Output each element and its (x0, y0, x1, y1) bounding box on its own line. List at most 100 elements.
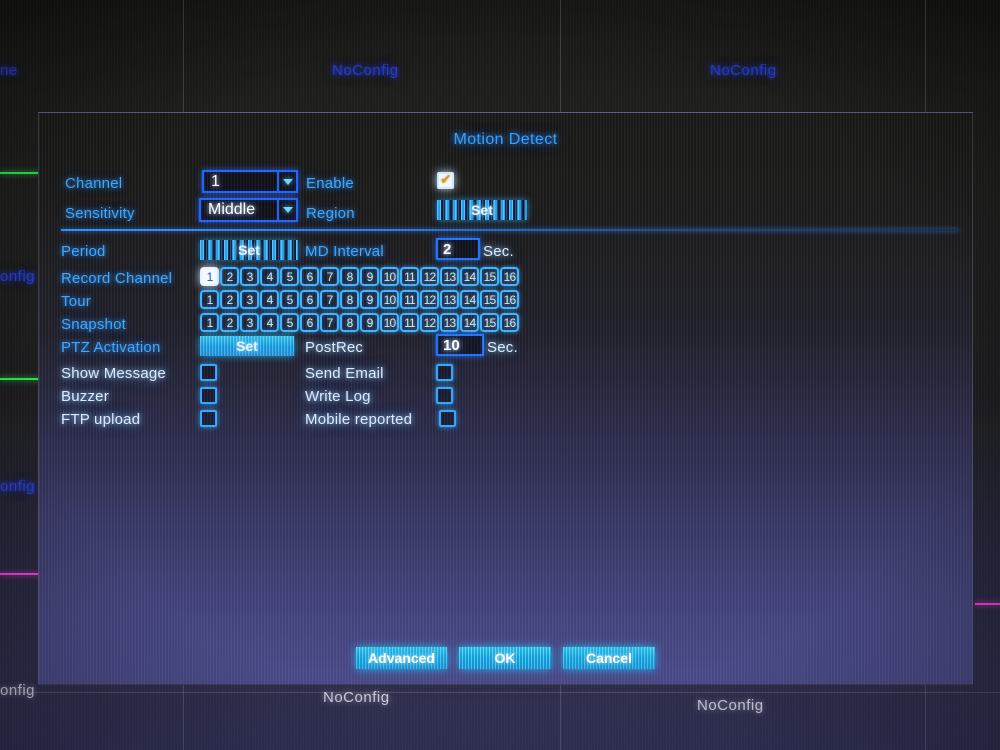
mobile-reported-checkbox[interactable] (439, 410, 456, 427)
snapshot-chip-row: 1 2 3 4 5 6 7 8 9 10 11 12 13 14 15 16 (200, 313, 519, 332)
record-channel-chip-4[interactable]: 4 (260, 267, 279, 286)
noconfig-label: onfig (0, 682, 36, 699)
ptz-activation-set-button-label: Set (236, 338, 258, 354)
cancel-button[interactable]: Cancel (562, 647, 655, 669)
motion-detect-dialog: Motion Detect Channel 1 Enable Sensitivi… (38, 112, 973, 685)
noconfig-label: NoConfig (323, 689, 390, 706)
record-channel-chip-7[interactable]: 7 (320, 267, 339, 286)
tour-chip-2[interactable]: 2 (220, 290, 239, 309)
section-divider (61, 229, 959, 231)
record-channel-chip-10[interactable]: 10 (380, 267, 399, 286)
region-set-button-label: Set (471, 202, 493, 218)
write-log-label: Write Log (305, 388, 371, 405)
ptz-activation-label: PTZ Activation (61, 339, 161, 356)
ok-button[interactable]: OK (458, 647, 551, 669)
snapshot-chip-4[interactable]: 4 (260, 313, 279, 332)
tour-chip-9[interactable]: 9 (360, 290, 379, 309)
buzzer-checkbox[interactable] (200, 387, 217, 404)
tour-chip-7[interactable]: 7 (320, 290, 339, 309)
record-channel-chip-11[interactable]: 11 (400, 267, 419, 286)
record-channel-chip-9[interactable]: 9 (360, 267, 379, 286)
send-email-label: Send Email (305, 365, 384, 382)
snapshot-chip-12[interactable]: 12 (420, 313, 439, 332)
postrec-input[interactable]: 10 (436, 334, 484, 356)
snapshot-chip-2[interactable]: 2 (220, 313, 239, 332)
tour-chip-1[interactable]: 1 (200, 290, 219, 309)
send-email-checkbox[interactable] (436, 364, 453, 381)
tour-chip-6[interactable]: 6 (300, 290, 319, 309)
record-channel-chip-6[interactable]: 6 (300, 267, 319, 286)
record-channel-chip-13[interactable]: 13 (440, 267, 459, 286)
region-set-button[interactable]: Set (437, 200, 527, 220)
tour-chip-3[interactable]: 3 (240, 290, 259, 309)
snapshot-label: Snapshot (61, 316, 126, 333)
advanced-button[interactable]: Advanced (356, 647, 447, 669)
snapshot-chip-9[interactable]: 9 (360, 313, 379, 332)
tour-chip-15[interactable]: 15 (480, 290, 499, 309)
chevron-down-icon[interactable] (277, 172, 296, 191)
tour-chip-4[interactable]: 4 (260, 290, 279, 309)
record-channel-chip-3[interactable]: 3 (240, 267, 259, 286)
record-channel-chip-16[interactable]: 16 (500, 267, 519, 286)
sensitivity-label: Sensitivity (65, 205, 135, 222)
record-channel-chip-5[interactable]: 5 (280, 267, 299, 286)
snapshot-chip-13[interactable]: 13 (440, 313, 459, 332)
snapshot-chip-6[interactable]: 6 (300, 313, 319, 332)
tour-chip-12[interactable]: 12 (420, 290, 439, 309)
period-set-button[interactable]: Set (200, 240, 298, 260)
md-interval-value: 2 (443, 240, 452, 258)
md-interval-input[interactable]: 2 (436, 238, 480, 260)
tour-chip-13[interactable]: 13 (440, 290, 459, 309)
snapshot-chip-10[interactable]: 10 (380, 313, 399, 332)
snapshot-chip-11[interactable]: 11 (400, 313, 419, 332)
advanced-button-label: Advanced (368, 650, 435, 666)
record-channel-chip-8[interactable]: 8 (340, 267, 359, 286)
snapshot-chip-7[interactable]: 7 (320, 313, 339, 332)
enable-checkbox[interactable] (437, 171, 454, 189)
ptz-activation-set-button[interactable]: Set (200, 336, 294, 356)
tour-chip-8[interactable]: 8 (340, 290, 359, 309)
snapshot-chip-16[interactable]: 16 (500, 313, 519, 332)
grid-divider-horizontal (0, 692, 1000, 693)
channel-select[interactable]: 1 (202, 170, 298, 193)
record-channel-chip-12[interactable]: 12 (420, 267, 439, 286)
chevron-down-icon[interactable] (277, 200, 296, 220)
snapshot-chip-14[interactable]: 14 (460, 313, 479, 332)
md-interval-unit: Sec. (483, 243, 514, 260)
tour-chip-11[interactable]: 11 (400, 290, 419, 309)
show-message-checkbox[interactable] (200, 364, 217, 381)
snapshot-chip-3[interactable]: 3 (240, 313, 259, 332)
snapshot-chip-8[interactable]: 8 (340, 313, 359, 332)
ok-button-label: OK (494, 650, 516, 666)
postrec-label: PostRec (305, 339, 364, 356)
record-channel-label: Record Channel (61, 270, 173, 287)
md-interval-label: MD Interval (305, 243, 384, 260)
snapshot-chip-15[interactable]: 15 (480, 313, 499, 332)
record-channel-chip-15[interactable]: 15 (480, 267, 499, 286)
period-label: Period (61, 243, 106, 260)
ftp-upload-checkbox[interactable] (200, 410, 217, 427)
noconfig-label: onfig (0, 268, 36, 285)
period-set-button-label: Set (238, 242, 260, 258)
snapshot-chip-5[interactable]: 5 (280, 313, 299, 332)
tour-chip-14[interactable]: 14 (460, 290, 479, 309)
record-channel-chip-row: 1 2 3 4 5 6 7 8 9 10 11 12 13 14 15 16 (200, 267, 519, 286)
write-log-checkbox[interactable] (436, 387, 453, 404)
tour-label: Tour (61, 293, 91, 310)
record-channel-chip-14[interactable]: 14 (460, 267, 479, 286)
postrec-unit: Sec. (487, 339, 518, 356)
record-channel-chip-1[interactable]: 1 (200, 267, 219, 286)
tour-chip-10[interactable]: 10 (380, 290, 399, 309)
page-title: Motion Detect (453, 131, 558, 148)
record-channel-chip-2[interactable]: 2 (220, 267, 239, 286)
tour-chip-5[interactable]: 5 (280, 290, 299, 309)
enable-label: Enable (306, 175, 354, 192)
snapshot-chip-1[interactable]: 1 (200, 313, 219, 332)
sensitivity-select[interactable]: Middle (199, 198, 298, 222)
channel-label: Channel (65, 175, 123, 192)
edge-line-green (0, 378, 42, 380)
dialog-button-row: Advanced OK Cancel (39, 647, 972, 669)
tour-chip-16[interactable]: 16 (500, 290, 519, 309)
tour-chip-row: 1 2 3 4 5 6 7 8 9 10 11 12 13 14 15 16 (200, 290, 519, 309)
noconfig-label: ne (0, 62, 18, 79)
